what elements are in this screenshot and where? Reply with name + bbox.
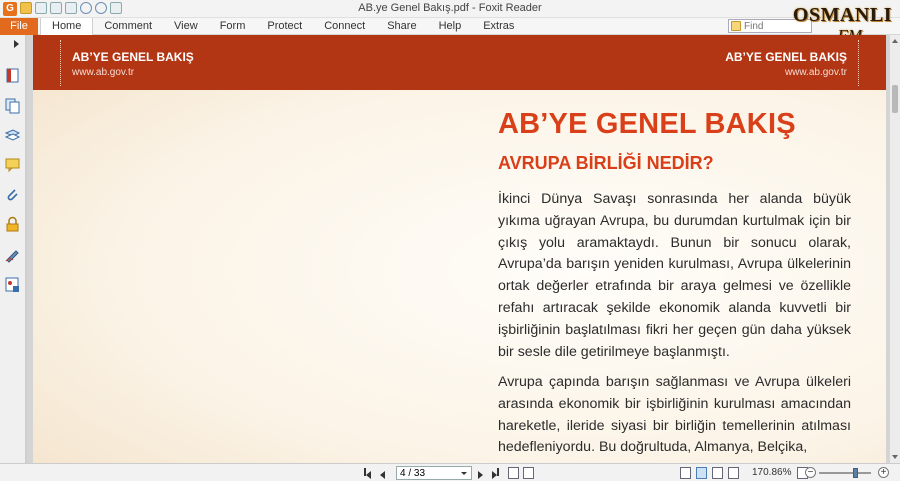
- previous-view-icon[interactable]: [508, 467, 519, 479]
- quick-access-toolbar: [20, 2, 122, 16]
- save-icon[interactable]: [35, 2, 47, 14]
- status-bar: 170.86% − +: [0, 463, 900, 481]
- next-page-icon[interactable]: [478, 468, 488, 479]
- document-title: AB’YE GENEL BAKIŞ: [498, 108, 796, 140]
- zoom-in-icon[interactable]: +: [878, 467, 889, 478]
- find-box: [728, 19, 812, 33]
- tab-connect[interactable]: Connect: [313, 18, 376, 35]
- window-title: AB.ye Genel Bakış.pdf - Foxit Reader: [358, 2, 542, 14]
- tab-comment[interactable]: Comment: [93, 18, 163, 35]
- previous-page-icon[interactable]: [380, 468, 390, 479]
- scroll-down-arrow-icon[interactable]: [892, 455, 898, 459]
- attachment-icon[interactable]: [4, 186, 21, 203]
- header-url-left: www.ab.gov.tr: [72, 67, 135, 78]
- page-header-banner: AB’YE GENEL BAKIŞ www.ab.gov.tr AB’YE GE…: [33, 35, 886, 90]
- pdf-page: AB’YE GENEL BAKIŞ www.ab.gov.tr AB’YE GE…: [33, 35, 886, 463]
- header-divider-left: [60, 40, 61, 86]
- page-dropdown-icon[interactable]: [461, 471, 467, 475]
- tab-protect[interactable]: Protect: [256, 18, 313, 35]
- zoom-slider-track[interactable]: [819, 472, 871, 474]
- form-fields-icon[interactable]: [4, 276, 21, 293]
- scroll-up-arrow-icon[interactable]: [892, 39, 898, 43]
- page-number-box: [396, 466, 472, 480]
- sidebar-expand-arrow-icon[interactable]: [14, 40, 19, 48]
- tab-view[interactable]: View: [163, 18, 209, 35]
- document-viewport[interactable]: AB’YE GENEL BAKIŞ www.ab.gov.tr AB’YE GE…: [27, 35, 900, 463]
- vertical-scrollbar[interactable]: [889, 35, 900, 463]
- header-title-right: AB’YE GENEL BAKIŞ: [725, 50, 847, 64]
- tab-share[interactable]: Share: [376, 18, 427, 35]
- page-number-input[interactable]: [397, 467, 455, 479]
- print-icon[interactable]: [50, 2, 62, 14]
- last-page-icon[interactable]: [492, 468, 502, 479]
- zoom-slider-thumb[interactable]: [853, 468, 858, 478]
- continuous-view-icon[interactable]: [696, 467, 707, 479]
- undo-icon[interactable]: [80, 2, 92, 14]
- tab-help[interactable]: Help: [428, 18, 473, 35]
- paragraph-1: İkinci Dünya Savaşı sonrasında her aland…: [498, 191, 851, 360]
- document-subtitle: AVRUPA BİRLİĞİ NEDİR?: [498, 153, 714, 173]
- find-folder-icon[interactable]: [731, 21, 741, 31]
- redo-icon[interactable]: [95, 2, 107, 14]
- next-view-icon[interactable]: [523, 467, 534, 479]
- security-lock-icon[interactable]: [4, 216, 21, 233]
- email-icon[interactable]: [65, 2, 77, 14]
- open-folder-icon[interactable]: [20, 2, 32, 14]
- ribbon-tabs: Home Comment View Form Protect Connect S…: [40, 18, 525, 36]
- file-tab[interactable]: File: [0, 18, 38, 35]
- header-url-right: www.ab.gov.tr: [784, 67, 847, 78]
- title-bar: G AB.ye Genel Bakış.pdf - Foxit Reader: [0, 0, 900, 18]
- tab-home[interactable]: Home: [40, 18, 94, 36]
- continuous-facing-view-icon[interactable]: [728, 467, 739, 479]
- scroll-thumb[interactable]: [892, 85, 898, 113]
- find-input[interactable]: [744, 20, 804, 32]
- comments-icon[interactable]: [4, 156, 21, 173]
- bookmark-icon[interactable]: [4, 67, 21, 84]
- ribbon-tab-bar: File Home Comment View Form Protect Conn…: [0, 18, 900, 36]
- zoom-level[interactable]: 170.86%: [752, 467, 791, 478]
- tab-extras[interactable]: Extras: [472, 18, 525, 35]
- tab-form[interactable]: Form: [209, 18, 257, 35]
- signature-icon[interactable]: [4, 246, 21, 263]
- first-page-icon[interactable]: [364, 468, 374, 479]
- facing-view-icon[interactable]: [712, 467, 723, 479]
- single-page-view-icon[interactable]: [680, 467, 691, 479]
- paragraph-2: Avrupa çapında barışın sağlanması ve Avr…: [498, 374, 851, 456]
- hand-tool-icon[interactable]: [110, 2, 122, 14]
- zoom-out-icon[interactable]: −: [805, 467, 816, 478]
- header-title-left: AB’YE GENEL BAKIŞ: [72, 50, 194, 64]
- navigation-sidebar: [0, 35, 26, 463]
- layers-icon[interactable]: [4, 127, 21, 144]
- pages-icon[interactable]: [4, 97, 21, 114]
- foxit-logo-icon[interactable]: G: [3, 2, 17, 16]
- header-divider-right: [858, 40, 859, 86]
